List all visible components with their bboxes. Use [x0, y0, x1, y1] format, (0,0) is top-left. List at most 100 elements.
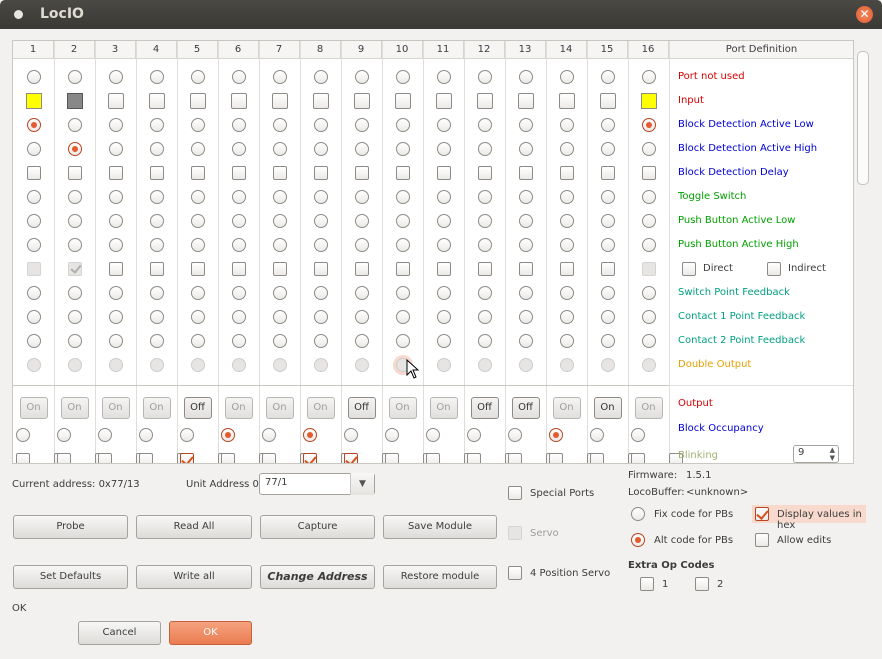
radio-row3-port-11[interactable] [436, 118, 451, 132]
radio-row4-port-16[interactable] [641, 142, 656, 156]
checkbox-row9-port-12[interactable] [477, 262, 492, 276]
output-toggle-port-10[interactable]: On [388, 397, 417, 419]
write-all-button[interactable]: Write all [136, 565, 252, 589]
radio-row13-port-5[interactable] [190, 358, 205, 372]
checkbox-row5-port-3[interactable] [108, 166, 123, 180]
chevron-down-icon[interactable]: ▼ [350, 473, 374, 495]
radio-row11-port-7[interactable] [272, 310, 287, 324]
input-indicator-port-2[interactable] [66, 93, 83, 109]
radio-row7-port-4[interactable] [149, 214, 164, 228]
input-indicator-port-15[interactable] [599, 93, 616, 109]
radio-row13-port-12[interactable] [477, 358, 492, 372]
blinking-checkbox-port-2[interactable] [57, 453, 71, 463]
radio-row6-port-13[interactable] [518, 190, 533, 204]
radio-row1-port-10[interactable] [395, 70, 410, 84]
radio-row1-port-14[interactable] [559, 70, 574, 84]
radio-row8-port-8[interactable] [313, 238, 328, 252]
block-occupancy-radio-port-10[interactable] [385, 428, 399, 442]
radio-row12-port-12[interactable] [477, 334, 492, 348]
radio-row7-port-12[interactable] [477, 214, 492, 228]
radio-row10-port-15[interactable] [600, 286, 615, 300]
block-occupancy-radio-port-3[interactable] [98, 428, 112, 442]
checkbox-row9-port-13[interactable] [518, 262, 533, 276]
radio-row11-port-4[interactable] [149, 310, 164, 324]
radio-row11-port-14[interactable] [559, 310, 574, 324]
radio-row12-port-3[interactable] [108, 334, 123, 348]
radio-row11-port-13[interactable] [518, 310, 533, 324]
radio-row8-port-2[interactable] [67, 238, 82, 252]
radio-row4-port-15[interactable] [600, 142, 615, 156]
radio-row11-port-12[interactable] [477, 310, 492, 324]
radio-row3-port-4[interactable] [149, 118, 164, 132]
input-indicator-port-1[interactable] [25, 93, 42, 109]
alt-code-radio[interactable] [631, 533, 645, 547]
capture-button[interactable]: Capture [260, 515, 375, 539]
output-toggle-port-8[interactable]: On [306, 397, 335, 419]
radio-row3-port-9[interactable] [354, 118, 369, 132]
input-indicator-port-10[interactable] [394, 93, 411, 109]
radio-row12-port-6[interactable] [231, 334, 246, 348]
blinking-checkbox-port-4[interactable] [139, 453, 153, 463]
radio-row10-port-3[interactable] [108, 286, 123, 300]
radio-row12-port-15[interactable] [600, 334, 615, 348]
block-occupancy-radio-port-12[interactable] [467, 428, 481, 442]
radio-row13-port-2[interactable] [67, 358, 82, 372]
radio-row1-port-1[interactable] [26, 70, 41, 84]
block-occupancy-radio-port-6[interactable] [221, 428, 235, 442]
radio-row11-port-11[interactable] [436, 310, 451, 324]
input-indicator-port-13[interactable] [517, 93, 534, 109]
radio-row10-port-11[interactable] [436, 286, 451, 300]
blinking-checkbox-port-5[interactable] [180, 453, 194, 463]
ok-button[interactable]: OK [169, 621, 252, 645]
blinking-checkbox-port-9[interactable] [344, 453, 358, 463]
radio-row8-port-5[interactable] [190, 238, 205, 252]
fix-code-radio[interactable] [631, 507, 645, 521]
radio-row12-port-1[interactable] [26, 334, 41, 348]
input-indicator-port-6[interactable] [230, 93, 247, 109]
block-occupancy-radio-port-8[interactable] [303, 428, 317, 442]
radio-row7-port-9[interactable] [354, 214, 369, 228]
input-indicator-port-8[interactable] [312, 93, 329, 109]
radio-row7-port-13[interactable] [518, 214, 533, 228]
radio-row13-port-8[interactable] [313, 358, 328, 372]
radio-row1-port-3[interactable] [108, 70, 123, 84]
radio-row6-port-9[interactable] [354, 190, 369, 204]
radio-row10-port-16[interactable] [641, 286, 656, 300]
radio-row10-port-13[interactable] [518, 286, 533, 300]
radio-row11-port-5[interactable] [190, 310, 205, 324]
block-occupancy-radio-port-4[interactable] [139, 428, 153, 442]
radio-row7-port-15[interactable] [600, 214, 615, 228]
radio-row10-port-14[interactable] [559, 286, 574, 300]
cancel-button[interactable]: Cancel [78, 621, 161, 645]
checkbox-row9-port-1[interactable] [26, 262, 41, 276]
input-indicator-port-12[interactable] [476, 93, 493, 109]
radio-row1-port-9[interactable] [354, 70, 369, 84]
block-occupancy-radio-port-16[interactable] [631, 428, 645, 442]
radio-row4-port-1[interactable] [26, 142, 41, 156]
radio-row11-port-3[interactable] [108, 310, 123, 324]
blinking-spinner[interactable]: 9 ▲ ▼ [793, 445, 839, 463]
radio-row13-port-4[interactable] [149, 358, 164, 372]
radio-row7-port-8[interactable] [313, 214, 328, 228]
radio-row12-port-8[interactable] [313, 334, 328, 348]
radio-row7-port-14[interactable] [559, 214, 574, 228]
radio-row8-port-13[interactable] [518, 238, 533, 252]
radio-row1-port-5[interactable] [190, 70, 205, 84]
radio-row8-port-6[interactable] [231, 238, 246, 252]
checkbox-row5-port-10[interactable] [395, 166, 410, 180]
radio-row6-port-2[interactable] [67, 190, 82, 204]
block-occupancy-radio-port-1[interactable] [16, 428, 30, 442]
radio-row7-port-5[interactable] [190, 214, 205, 228]
radio-row7-port-6[interactable] [231, 214, 246, 228]
input-indicator-port-5[interactable] [189, 93, 206, 109]
checkbox-row9-port-14[interactable] [559, 262, 574, 276]
output-toggle-port-4[interactable]: On [142, 397, 171, 419]
radio-row3-port-7[interactable] [272, 118, 287, 132]
checkbox-row9-port-16[interactable] [641, 262, 656, 276]
block-occupancy-radio-port-11[interactable] [426, 428, 440, 442]
checkbox-row5-port-4[interactable] [149, 166, 164, 180]
block-occupancy-radio-port-7[interactable] [262, 428, 276, 442]
radio-row10-port-4[interactable] [149, 286, 164, 300]
radio-row3-port-3[interactable] [108, 118, 123, 132]
radio-row4-port-3[interactable] [108, 142, 123, 156]
